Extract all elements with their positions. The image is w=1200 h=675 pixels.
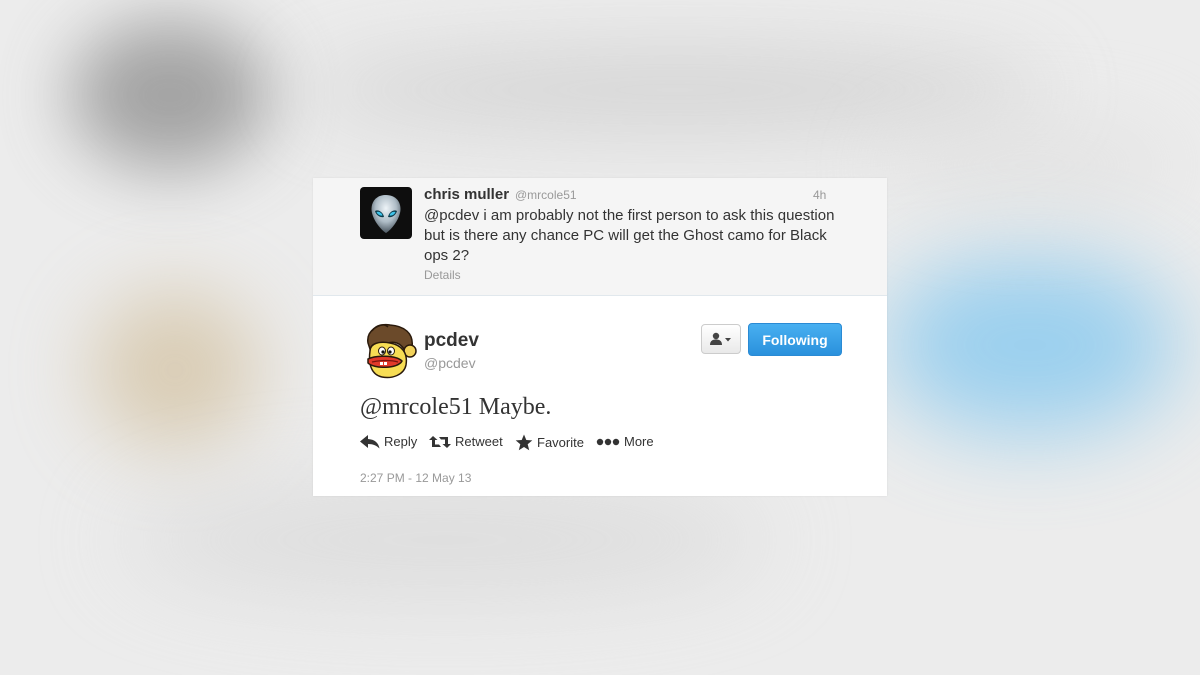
original-tweet-text: @pcdev i am probably not the first perso… xyxy=(424,207,835,264)
reply-label: Reply xyxy=(384,434,418,449)
tweet-timestamp[interactable]: 2:27 PM - 12 May 13 xyxy=(360,471,471,485)
retweet-action[interactable]: Retweet xyxy=(429,434,503,449)
details-link[interactable]: Details xyxy=(424,268,461,282)
original-tweet-time[interactable]: 4h xyxy=(813,188,826,202)
following-button[interactable]: Following xyxy=(748,323,842,356)
user-icon xyxy=(710,332,731,345)
reply-action[interactable]: Reply xyxy=(360,434,417,449)
tweet-card: chris muller @mrcole51 4h @pcdev i am pr… xyxy=(313,178,887,496)
user-actions-dropdown[interactable] xyxy=(701,324,741,354)
original-tweet[interactable]: chris muller @mrcole51 4h @pcdev i am pr… xyxy=(313,178,887,296)
favorite-label: Favorite xyxy=(537,435,584,450)
original-author-handle[interactable]: @mrcole51 xyxy=(515,188,577,202)
cartoon-duck-avatar[interactable] xyxy=(360,321,420,381)
retweet-label: Retweet xyxy=(455,434,503,449)
reply-author-name[interactable]: pcdev xyxy=(424,330,479,352)
reply-author-handle[interactable]: @pcdev xyxy=(424,355,476,371)
retweet-icon xyxy=(429,435,451,448)
original-author-name[interactable]: chris muller xyxy=(424,186,509,203)
more-action[interactable]: More xyxy=(596,434,654,449)
star-icon xyxy=(515,434,533,451)
reply-tweet-text: @mrcole51 Maybe. xyxy=(360,394,552,420)
reply-arrow-icon xyxy=(360,434,380,448)
alien-head-icon[interactable] xyxy=(360,187,412,239)
more-label: More xyxy=(624,434,654,449)
more-dots-icon xyxy=(596,438,620,445)
favorite-action[interactable]: Favorite xyxy=(515,434,584,451)
